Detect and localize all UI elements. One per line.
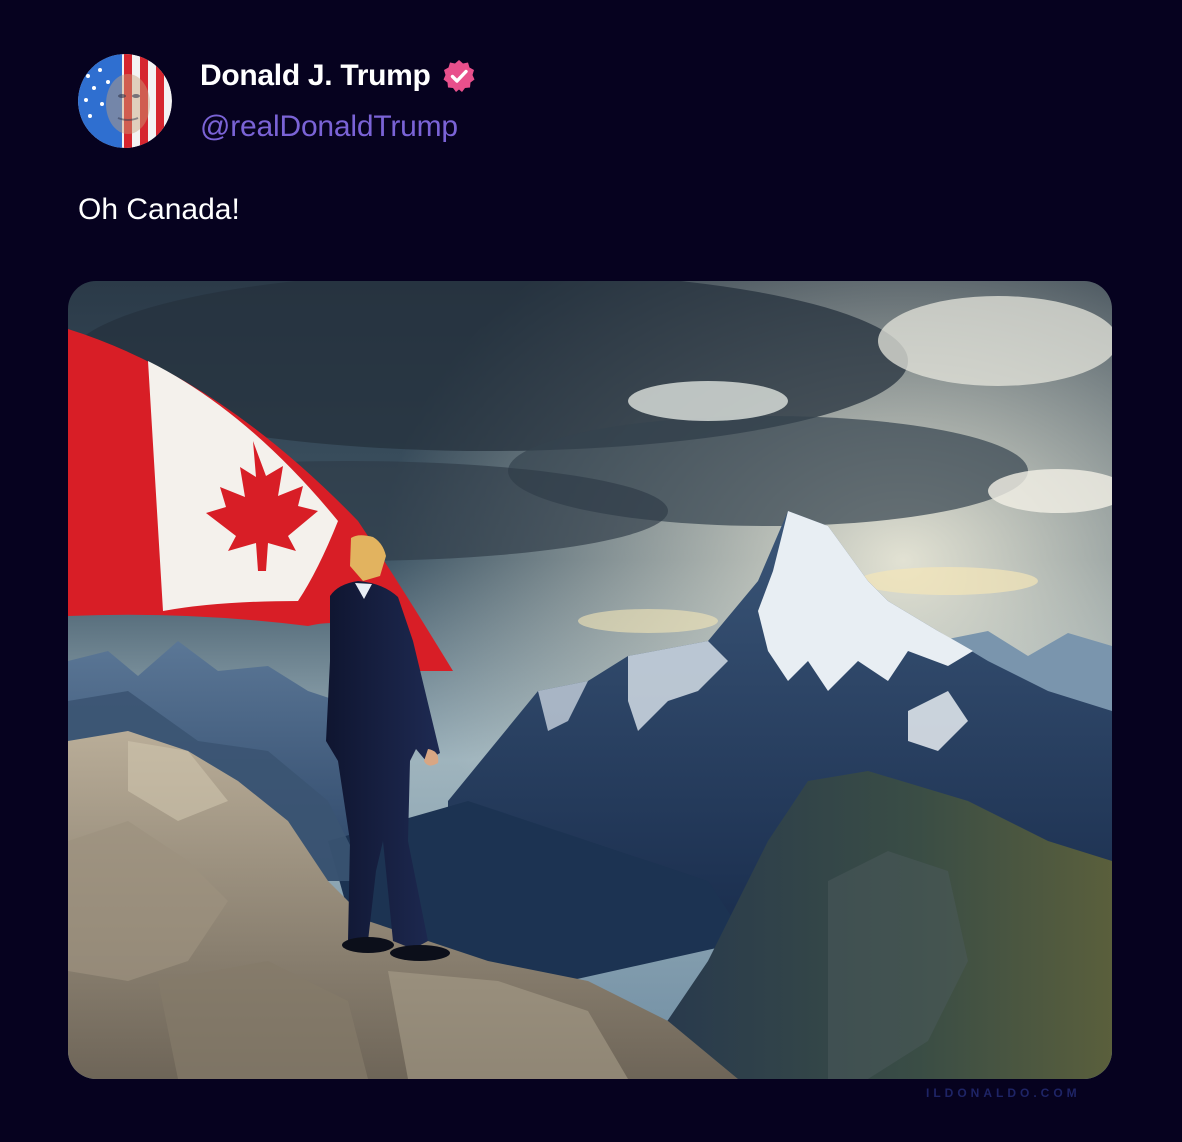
post-text: Oh Canada! (78, 193, 240, 226)
post-image[interactable] (68, 281, 1112, 1079)
watermark: ILDONALDO.COM (926, 1086, 1081, 1100)
display-name[interactable]: Donald J. Trump (200, 59, 431, 93)
avatar-image (78, 54, 172, 148)
display-name-row: Donald J. Trump (200, 56, 477, 96)
avatar[interactable] (78, 54, 172, 148)
user-handle[interactable]: @realDonaldTrump (200, 110, 458, 144)
verified-badge-icon (441, 58, 477, 94)
post-card: Donald J. Trump @realDonaldTrump Oh Cana… (0, 0, 1182, 1142)
photo-canada-flag-mountain (68, 281, 1112, 1079)
